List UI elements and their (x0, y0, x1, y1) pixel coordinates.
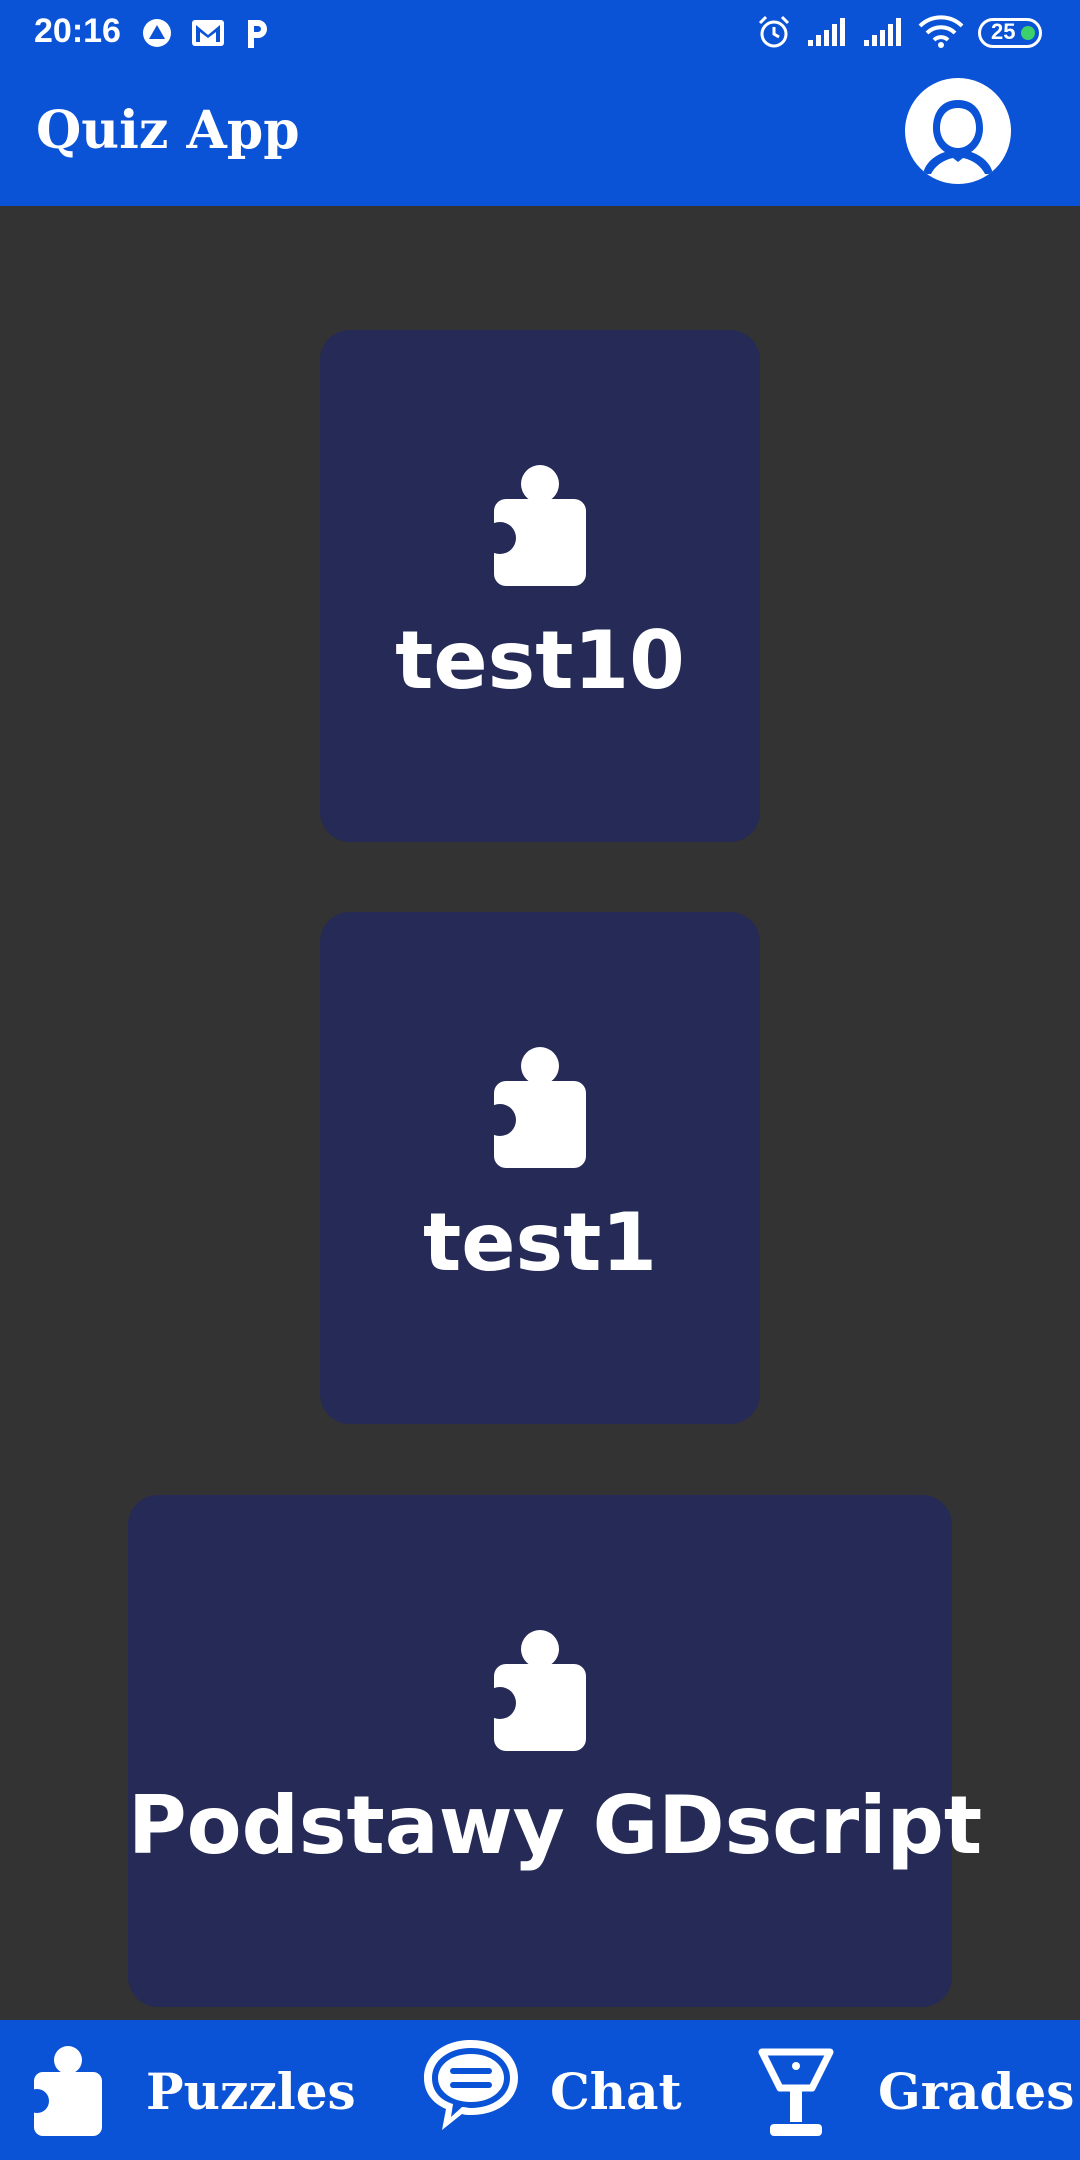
p-app-icon (248, 20, 267, 48)
puzzle-icon (34, 2046, 102, 2136)
signal-icon (808, 18, 845, 46)
nav-puzzles-label: Puzzles (146, 2062, 356, 2121)
battery-level: 25 (991, 19, 1016, 44)
quiz-card-label: test10 (395, 614, 685, 707)
wifi-icon (918, 15, 964, 48)
nav-grades-label: Grades (878, 2062, 1075, 2121)
quiz-card-label: Podstawy GDscript (128, 1779, 983, 1872)
nav-grades[interactable]: Grades (750, 2020, 1080, 2160)
signal-icon-2 (864, 18, 901, 46)
drive-icon (143, 19, 171, 47)
quiz-card-label: test1 (422, 1196, 658, 1289)
nav-puzzles[interactable]: Puzzles (0, 2020, 370, 2160)
bottom-navigation: Puzzles Chat Grades (0, 2020, 1080, 2160)
quiz-card-test10[interactable]: test10 (320, 330, 760, 842)
trophy-icon (758, 2048, 834, 2136)
status-time: 20:16 (34, 12, 121, 50)
mail-icon (192, 20, 224, 46)
alarm-icon (758, 15, 790, 48)
quiz-card-test1[interactable]: test1 (320, 912, 760, 1424)
chat-icon (424, 2040, 518, 2130)
status-bar: 20:16 25 (0, 0, 1080, 66)
puzzle-icon (494, 1630, 586, 1751)
quiz-card-podstawy-gdscript[interactable]: Podstawy GDscript (128, 1495, 983, 2007)
puzzle-icon (494, 1047, 586, 1168)
nav-chat[interactable]: Chat (400, 2020, 720, 2160)
profile-avatar-button[interactable] (905, 78, 1011, 184)
app-title: Quiz App (36, 100, 300, 161)
battery-icon: 25 (978, 18, 1042, 48)
app-bar: Quiz App (0, 66, 1080, 206)
nav-chat-label: Chat (550, 2062, 682, 2121)
puzzle-icon (494, 465, 586, 586)
battery-charge-dot (1021, 26, 1035, 40)
user-avatar-icon (923, 100, 993, 174)
